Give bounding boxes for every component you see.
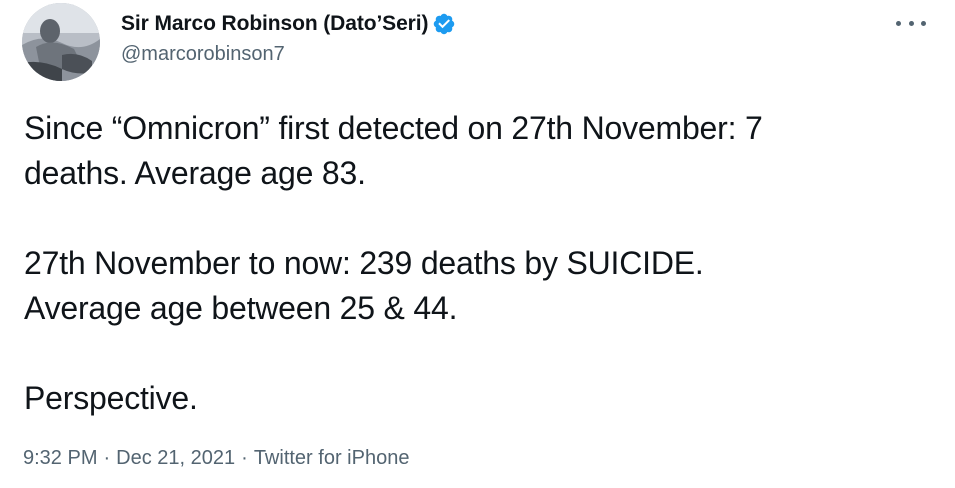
author-handle[interactable]: @marcorobinson7 [121, 43, 285, 66]
tweet-paragraph: 27th November to now: 239 deaths by SUIC… [24, 245, 704, 326]
author-display-name[interactable]: Sir Marco Robinson (Dato’Seri) [121, 12, 428, 36]
more-options-icon-dot [921, 20, 926, 26]
more-options-button[interactable] [896, 12, 926, 34]
tweet-source[interactable]: Twitter for iPhone [254, 447, 410, 470]
meta-separator: · [103, 447, 111, 469]
author-name-row: Sir Marco Robinson (Dato’Seri) [121, 10, 456, 38]
meta-separator: · [241, 447, 248, 469]
tweet-card: Sir Marco Robinson (Dato’Seri) @marcorob… [0, 0, 955, 488]
more-options-icon [896, 20, 901, 26]
tweet-metadata: 9:32 PM · Dec 21, 2021 · Twitter for iPh… [23, 447, 409, 470]
more-options-icon-dot [908, 20, 914, 26]
tweet-text: Since “Omnicron” first detected on 27th … [24, 106, 924, 421]
avatar[interactable] [22, 3, 100, 81]
profile-photo-icon [22, 3, 100, 81]
tweet-paragraph: Since “Omnicron” first detected on 27th … [24, 110, 763, 191]
tweet-paragraph: Perspective. [24, 380, 198, 416]
tweet-time[interactable]: 9:32 PM [23, 447, 97, 470]
tweet-date[interactable]: Dec 21, 2021 [116, 447, 235, 470]
verified-badge-icon [432, 12, 456, 36]
